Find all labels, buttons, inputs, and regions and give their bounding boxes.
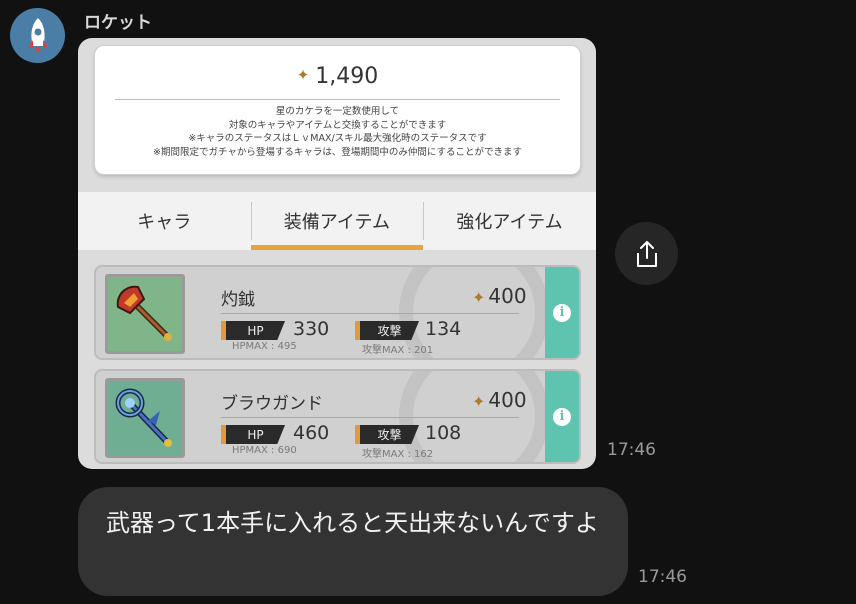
list-item[interactable]: ブラウガンド ✦ 400 HP 460 HPMAX : 690 攻撃 108 攻撃… [94,369,581,464]
share-button[interactable] [615,222,678,285]
message-bubble[interactable]: 武器って1本手に入れると天出来ないんですよ [78,487,628,596]
description-line: 対象のキャラやアイテムと交換することができます [228,119,447,131]
item-name: 灼鉞 [221,290,255,310]
item-cost-value: 400 [488,284,527,308]
fire-axe-icon [108,277,182,351]
sender-avatar[interactable] [10,8,65,63]
sender-name: ロケット [84,13,152,33]
attack-tag: 攻撃 [355,321,419,340]
category-tabs: キャラ 装備アイテム 強化アイテム [78,192,596,250]
tab-characters[interactable]: キャラ [78,192,251,250]
item-cost-value: 400 [488,388,527,412]
tab-equipment[interactable]: 装備アイテム [250,192,424,250]
item-name: ブラウガンド [221,394,323,414]
attack-value: 108 [425,422,462,444]
attack-max: 攻撃MAX : 162 [362,449,434,460]
item-cost: ✦ 400 [472,388,527,412]
divider [221,417,519,418]
hp-max: HPMAX : 690 [232,445,297,456]
attack-tag: 攻撃 [355,425,419,444]
points-display: ✦ 1,490 [95,64,580,89]
item-info-button[interactable]: i [545,371,579,462]
tab-upgrade-items[interactable]: 強化アイテム [423,192,596,250]
hp-max: HPMAX : 495 [232,341,297,352]
info-icon: i [553,407,571,426]
rocket-icon [27,17,48,54]
hp-value: 460 [293,422,330,444]
info-icon: i [553,303,571,322]
attack-max: 攻撃MAX : 201 [362,345,434,356]
description-line: 星のカケラを一定数使用して [275,106,400,117]
points-value: 1,490 [315,64,379,89]
share-icon [636,240,657,267]
shared-image-card[interactable]: ✦ 1,490 星のカケラを一定数使用して 対象のキャラやアイテムと交換することが… [78,38,596,469]
divider [221,313,519,314]
star-fragment-icon: ✦ [296,66,310,84]
hp-tag: HP [221,425,285,444]
item-cost: ✦ 400 [472,284,527,308]
hp-tag: HP [221,321,285,340]
item-info-button[interactable]: i [545,267,579,358]
item-thumbnail [105,378,185,458]
message-timestamp: 17:46 [638,567,687,587]
hp-value: 330 [293,318,330,340]
star-fragment-icon: ✦ [472,392,486,411]
description-line: ※期間限定でガチャから登場するキャラは、登場期間中のみ仲間にすることができます [153,146,522,158]
item-thumbnail [105,274,185,354]
divider [115,99,560,100]
list-item[interactable]: 灼鉞 ✦ 400 HP 330 HPMAX : 495 攻撃 134 攻撃MAX … [94,265,581,360]
star-fragment-icon: ✦ [472,288,486,307]
attack-value: 134 [425,318,462,340]
message-text: 武器って1本手に入れると天出来ないんですよ [106,509,599,537]
blue-staff-icon [108,381,182,455]
card-timestamp: 17:46 [607,440,656,460]
exchange-info-box: ✦ 1,490 星のカケラを一定数使用して 対象のキャラやアイテムと交換することが… [94,45,581,175]
description-line: ※キャラのステータスはＬｖMAX/スキル最大強化時のステータスです [188,133,487,144]
exchange-description: 星のカケラを一定数使用して 対象のキャラやアイテムと交換することができます ※キ… [95,105,580,159]
